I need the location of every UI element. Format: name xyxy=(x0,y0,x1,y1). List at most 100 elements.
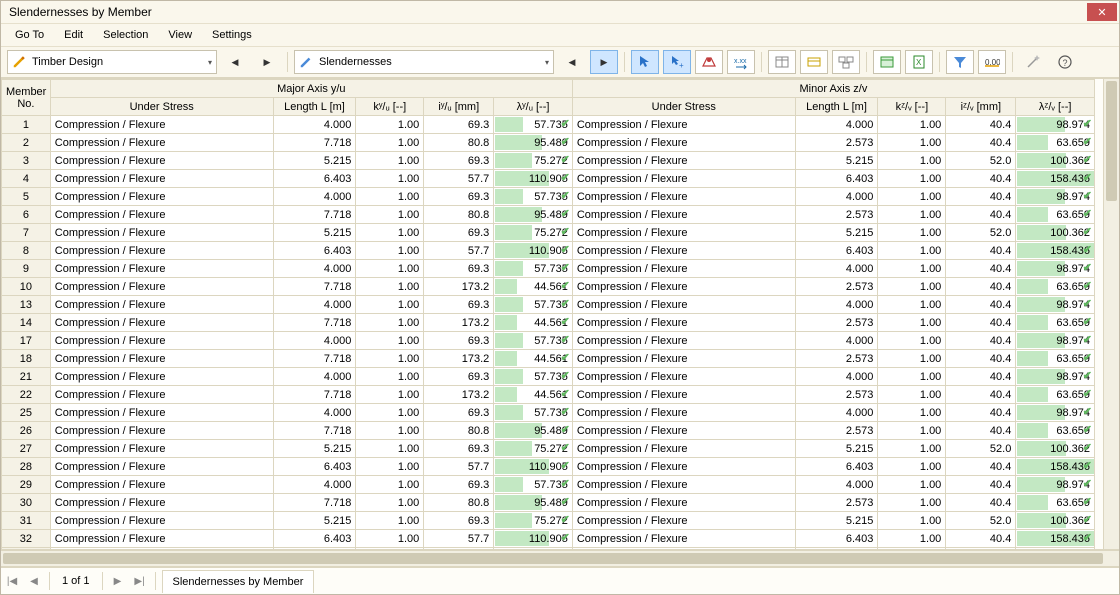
lambda-cell[interactable]: 57.735✔ xyxy=(494,476,573,494)
under-stress-y[interactable]: Compression / Flexure xyxy=(50,404,273,422)
length-y[interactable]: 4.000 xyxy=(273,332,356,350)
length-z[interactable]: 5.215 xyxy=(795,224,878,242)
under-stress-z[interactable]: Compression / Flexure xyxy=(572,404,795,422)
lambda-cell[interactable]: 100.362✔ xyxy=(1016,152,1095,170)
lambda-cell[interactable]: 57.735✔ xyxy=(494,296,573,314)
length-z[interactable]: 2.573 xyxy=(795,494,878,512)
col-lambdaz[interactable]: λᶻ/ᵥ [--] xyxy=(1016,98,1095,116)
under-stress-z[interactable]: Compression / Flexure xyxy=(572,152,795,170)
lambda-cell[interactable]: 63.659✔ xyxy=(1016,278,1095,296)
lambda-cell[interactable]: 100.362✔ xyxy=(1016,512,1095,530)
length-y[interactable]: 7.718 xyxy=(273,206,356,224)
wand-icon[interactable] xyxy=(1019,50,1047,74)
kz[interactable]: 1.00 xyxy=(878,170,946,188)
ky[interactable]: 1.00 xyxy=(356,224,424,242)
kz[interactable]: 1.00 xyxy=(878,404,946,422)
kz[interactable]: 1.00 xyxy=(878,494,946,512)
length-z[interactable]: 6.403 xyxy=(795,170,878,188)
iz[interactable]: 40.4 xyxy=(946,188,1016,206)
lambda-cell[interactable]: 63.659✔ xyxy=(1016,494,1095,512)
lambda-cell[interactable]: 158.436✔ xyxy=(1016,530,1095,548)
row-number[interactable]: 1 xyxy=(2,116,51,134)
row-number[interactable]: 7 xyxy=(2,224,51,242)
ky[interactable]: 1.00 xyxy=(356,314,424,332)
table-row[interactable]: 26Compression / Flexure7.7181.0080.895.4… xyxy=(2,422,1095,440)
close-button[interactable]: ✕ xyxy=(1087,3,1117,21)
result-selector[interactable]: Slendernesses ▾ xyxy=(294,50,554,74)
under-stress-z[interactable]: Compression / Flexure xyxy=(572,494,795,512)
ky[interactable]: 1.00 xyxy=(356,296,424,314)
layout-icon[interactable] xyxy=(800,50,828,74)
iy[interactable]: 69.3 xyxy=(424,224,494,242)
under-stress-y[interactable]: Compression / Flexure xyxy=(50,152,273,170)
table-row[interactable]: 14Compression / Flexure7.7181.00173.244.… xyxy=(2,314,1095,332)
under-stress-z[interactable]: Compression / Flexure xyxy=(572,224,795,242)
lambda-cell[interactable]: 57.735✔ xyxy=(494,260,573,278)
iy[interactable]: 80.8 xyxy=(424,134,494,152)
under-stress-z[interactable]: Compression / Flexure xyxy=(572,296,795,314)
iz[interactable]: 52.0 xyxy=(946,224,1016,242)
col-iz[interactable]: iᶻ/ᵥ [mm] xyxy=(946,98,1016,116)
lambda-cell[interactable]: 158.436✔ xyxy=(1016,170,1095,188)
menu-view[interactable]: View xyxy=(160,27,200,43)
iy[interactable]: 57.7 xyxy=(424,530,494,548)
lambda-cell[interactable]: 57.735✔ xyxy=(494,188,573,206)
iy[interactable]: 69.3 xyxy=(424,152,494,170)
iy[interactable]: 69.3 xyxy=(424,476,494,494)
length-z[interactable]: 2.573 xyxy=(795,386,878,404)
under-stress-y[interactable]: Compression / Flexure xyxy=(50,134,273,152)
iz[interactable]: 40.4 xyxy=(946,314,1016,332)
row-number[interactable]: 28 xyxy=(2,458,51,476)
under-stress-z[interactable]: Compression / Flexure xyxy=(572,242,795,260)
under-stress-z[interactable]: Compression / Flexure xyxy=(572,116,795,134)
kz[interactable]: 1.00 xyxy=(878,242,946,260)
page-first-button[interactable]: |◀ xyxy=(1,570,23,592)
kz[interactable]: 1.00 xyxy=(878,458,946,476)
length-y[interactable]: 4.000 xyxy=(273,368,356,386)
length-z[interactable]: 4.000 xyxy=(795,116,878,134)
row-number[interactable]: 32 xyxy=(2,530,51,548)
prev2-button[interactable]: ◀ xyxy=(558,50,586,74)
menu-go-to[interactable]: Go To xyxy=(7,27,52,43)
lambda-cell[interactable]: 98.974✔ xyxy=(1016,116,1095,134)
kz[interactable]: 1.00 xyxy=(878,116,946,134)
row-number[interactable]: 2 xyxy=(2,134,51,152)
length-y[interactable]: 5.215 xyxy=(273,512,356,530)
iz[interactable]: 40.4 xyxy=(946,116,1016,134)
table-row[interactable]: 25Compression / Flexure4.0001.0069.357.7… xyxy=(2,404,1095,422)
scrollbar-thumb[interactable] xyxy=(3,553,1103,564)
kz[interactable]: 1.00 xyxy=(878,152,946,170)
kz[interactable]: 1.00 xyxy=(878,206,946,224)
length-y[interactable]: 4.000 xyxy=(273,260,356,278)
kz[interactable]: 1.00 xyxy=(878,296,946,314)
iz[interactable]: 40.4 xyxy=(946,170,1016,188)
under-stress-z[interactable]: Compression / Flexure xyxy=(572,332,795,350)
length-y[interactable]: 5.215 xyxy=(273,224,356,242)
kz[interactable]: 1.00 xyxy=(878,530,946,548)
decimal-icon[interactable]: x.xx xyxy=(727,50,755,74)
iy[interactable]: 69.3 xyxy=(424,404,494,422)
row-number[interactable]: 17 xyxy=(2,332,51,350)
lambda-cell[interactable]: 63.659✔ xyxy=(1016,206,1095,224)
kz[interactable]: 1.00 xyxy=(878,134,946,152)
lambda-cell[interactable]: 98.974✔ xyxy=(1016,368,1095,386)
under-stress-y[interactable]: Compression / Flexure xyxy=(50,458,273,476)
lambda-cell[interactable]: 57.735✔ xyxy=(494,116,573,134)
row-number[interactable]: 29 xyxy=(2,476,51,494)
iy[interactable]: 173.2 xyxy=(424,278,494,296)
iy[interactable]: 80.8 xyxy=(424,494,494,512)
length-z[interactable]: 5.215 xyxy=(795,152,878,170)
lambda-cell[interactable]: 100.362✔ xyxy=(1016,224,1095,242)
col-length-z[interactable]: Length L [m] xyxy=(795,98,878,116)
table-row[interactable]: 32Compression / Flexure6.4031.0057.7110.… xyxy=(2,530,1095,548)
ky[interactable]: 1.00 xyxy=(356,134,424,152)
length-y[interactable]: 5.215 xyxy=(273,440,356,458)
ky[interactable]: 1.00 xyxy=(356,206,424,224)
col-length-y[interactable]: Length L [m] xyxy=(273,98,356,116)
under-stress-y[interactable]: Compression / Flexure xyxy=(50,440,273,458)
iy[interactable]: 57.7 xyxy=(424,458,494,476)
length-z[interactable]: 4.000 xyxy=(795,476,878,494)
iz[interactable]: 40.4 xyxy=(946,494,1016,512)
next2-button[interactable]: ▶ xyxy=(590,50,618,74)
length-z[interactable]: 2.573 xyxy=(795,350,878,368)
